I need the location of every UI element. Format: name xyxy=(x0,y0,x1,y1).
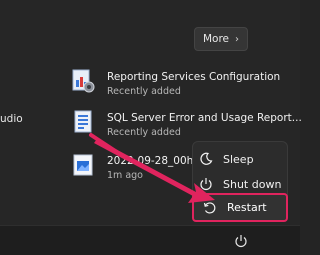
power-icon xyxy=(200,178,212,191)
shutdown-label: Shut down xyxy=(223,177,282,191)
recommended-subtitle: Recently added xyxy=(107,127,181,138)
image-file-icon xyxy=(70,152,96,180)
recommended-subtitle: Recently added xyxy=(107,86,181,97)
recommended-item[interactable]: SQL Server Error and Usage Report... Rec… xyxy=(70,109,302,143)
start-menu-footer xyxy=(0,225,300,255)
restart-label: Restart xyxy=(227,201,267,214)
sleep-label: Sleep xyxy=(223,152,254,166)
partial-app-label: udio xyxy=(0,113,23,125)
chevron-right-icon: › xyxy=(235,33,240,45)
recommended-title: Reporting Services Configuration xyxy=(107,71,281,83)
sleep-menu-item[interactable]: Sleep xyxy=(199,148,283,170)
power-icon[interactable] xyxy=(234,233,248,248)
shutdown-menu-item[interactable]: Shut down xyxy=(199,173,283,195)
more-label: More xyxy=(202,33,230,45)
more-button[interactable]: More › xyxy=(194,27,248,51)
recommended-subtitle: 1m ago xyxy=(107,170,143,181)
restart-icon xyxy=(203,201,216,214)
moon-icon xyxy=(200,152,213,165)
recommended-item[interactable]: Reporting Services Configuration Recentl… xyxy=(70,68,290,102)
restart-menu-item[interactable]: Restart xyxy=(192,193,288,222)
report-config-icon xyxy=(70,68,96,96)
document-icon xyxy=(70,109,96,137)
recommended-title: SQL Server Error and Usage Report... xyxy=(107,112,302,124)
